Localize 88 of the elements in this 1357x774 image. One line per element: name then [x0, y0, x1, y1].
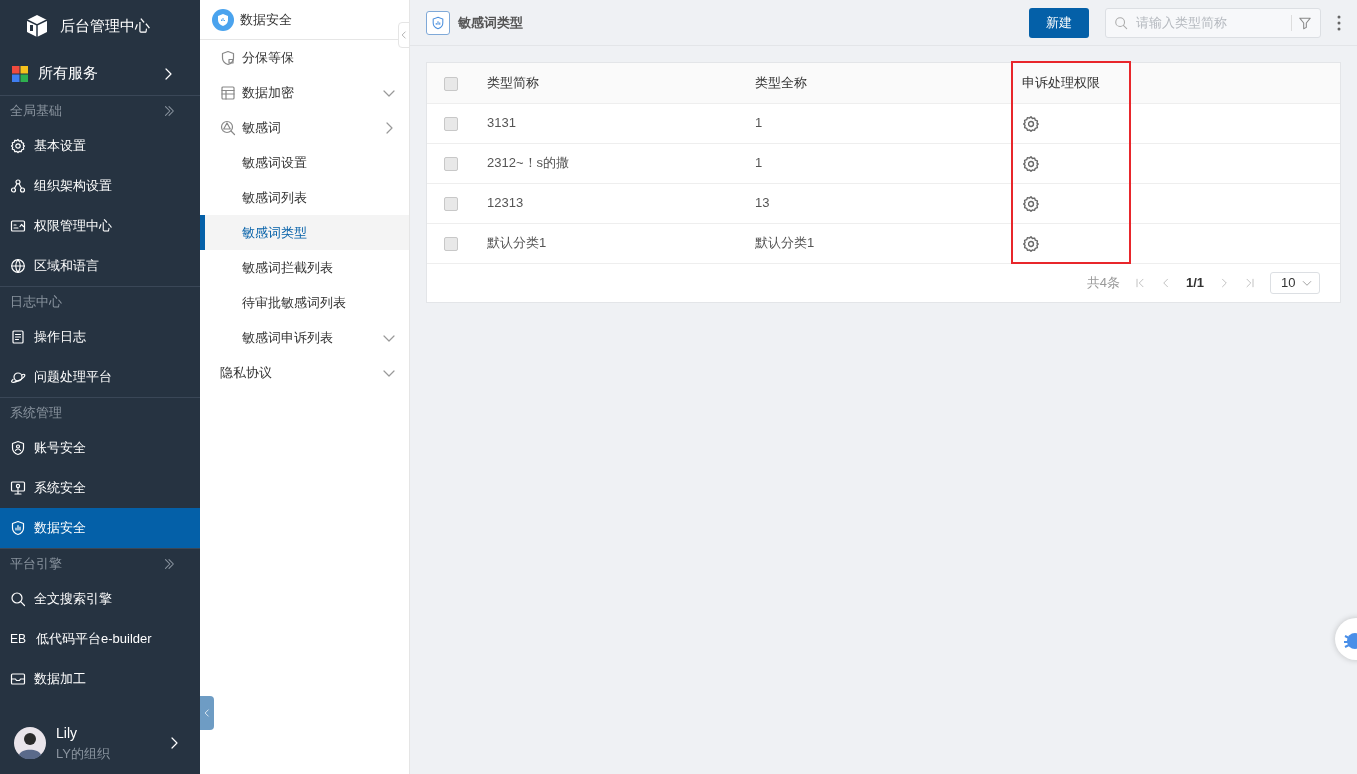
- table-cell: 1: [755, 115, 763, 131]
- column-header: 类型全称: [755, 75, 807, 90]
- search-box[interactable]: 请输入类型简称: [1105, 7, 1321, 38]
- alert-search-icon: [220, 119, 236, 136]
- table-cell: 2312~！s的撒: [487, 155, 569, 171]
- filter-icon: [1298, 15, 1312, 30]
- new-button[interactable]: 新建: [1029, 7, 1089, 38]
- total-count: 共4条: [1086, 273, 1120, 292]
- submenu-item[interactable]: 数据加密: [200, 75, 409, 110]
- search-input[interactable]: 请输入类型简称: [1134, 11, 1285, 34]
- cube-icon: [26, 14, 48, 38]
- page-size-select[interactable]: 10: [1270, 271, 1320, 294]
- sidebar-item[interactable]: 操作日志: [0, 317, 200, 357]
- checkbox[interactable]: [444, 116, 458, 131]
- collapse-handle[interactable]: [200, 696, 214, 730]
- first-page-icon: [1133, 276, 1146, 289]
- shield-lock-icon: [220, 49, 236, 66]
- group-title: 系统管理: [10, 404, 62, 423]
- column-header: 申诉处理权限: [1022, 75, 1100, 90]
- more-icon[interactable]: [1337, 14, 1341, 31]
- page-icon: [426, 10, 450, 35]
- page-indicator: 1/1: [1185, 273, 1204, 292]
- eb-icon: EB: [10, 630, 28, 648]
- tray-icon: [10, 671, 26, 687]
- submenu-title: 数据安全: [240, 10, 292, 29]
- shield-person-icon: [10, 440, 26, 456]
- search-icon: [10, 591, 26, 607]
- shield-chart-icon: [10, 520, 26, 536]
- submenu-item[interactable]: 敏感词类型: [200, 215, 409, 250]
- app-grid-icon: [12, 65, 28, 82]
- submenu-item[interactable]: 敏感词列表: [200, 180, 409, 215]
- submenu-item[interactable]: 分保等保: [200, 40, 409, 75]
- submenu-item[interactable]: 待审批敏感词列表: [200, 285, 409, 320]
- table-cell: 12313: [487, 195, 524, 211]
- app-title: 后台管理中心: [60, 15, 150, 36]
- settings-icon[interactable]: [1022, 234, 1040, 253]
- last-page-icon: [1244, 276, 1256, 289]
- table-cell: 3131: [487, 115, 516, 131]
- gear-icon: [10, 138, 26, 154]
- chevron-left-icon: [399, 30, 409, 40]
- table-cell: 默认分类1: [487, 235, 547, 251]
- submenu-item[interactable]: 隐私协议: [200, 355, 409, 390]
- shield-chart-icon: [212, 8, 234, 31]
- page-title: 敏感词类型: [458, 13, 524, 32]
- sidebar-item[interactable]: 问题处理平台: [0, 357, 200, 397]
- sidebar-item[interactable]: 权限管理中心: [0, 206, 200, 246]
- document-icon: [10, 329, 26, 345]
- table-cell: 1: [755, 155, 763, 171]
- sidebar-item[interactable]: 区域和语言: [0, 246, 200, 286]
- sidebar-item[interactable]: 数据加工: [0, 659, 200, 699]
- submenu-item[interactable]: 敏感词: [200, 110, 409, 145]
- user-org: LY的组织: [56, 744, 111, 763]
- column-header: 类型简称: [487, 75, 539, 90]
- submenu-item[interactable]: 敏感词拦截列表: [200, 250, 409, 285]
- checkbox[interactable]: [444, 156, 458, 171]
- sidebar-item[interactable]: 基本设置: [0, 126, 200, 166]
- all-services-item[interactable]: 所有服务: [0, 52, 200, 96]
- planet-icon: [10, 369, 26, 385]
- settings-icon[interactable]: [1022, 194, 1040, 213]
- submenu-item[interactable]: 敏感词申诉列表: [200, 320, 409, 355]
- sidebar-item[interactable]: 组织架构设置: [0, 166, 200, 206]
- checkbox[interactable]: [444, 196, 458, 211]
- search-icon: [1114, 15, 1128, 30]
- sidebar-item[interactable]: 系统安全: [0, 468, 200, 508]
- settings-icon[interactable]: [1022, 114, 1040, 133]
- table-cell: 13: [755, 195, 770, 211]
- avatar-icon: [14, 727, 46, 759]
- globe-icon: [10, 258, 26, 274]
- monitor-icon: [10, 480, 26, 496]
- settings-icon[interactable]: [1022, 154, 1040, 173]
- chevron-left-icon: [202, 708, 212, 718]
- submenu-item[interactable]: 敏感词设置: [200, 145, 409, 180]
- group-title: 全局基础: [10, 102, 62, 121]
- sidebar-item[interactable]: 数据安全: [0, 508, 200, 548]
- sidebar-item[interactable]: EB 低代码平台e-builder: [0, 619, 200, 659]
- user-name: Lily: [56, 723, 78, 743]
- id-card-icon: [10, 218, 26, 234]
- group-title: 平台引擎: [10, 555, 62, 574]
- collapse-handle[interactable]: [398, 22, 410, 48]
- user-profile[interactable]: Lily LY的组织: [0, 712, 200, 774]
- checkbox[interactable]: [444, 76, 458, 91]
- table-cell: 默认分类1: [755, 235, 815, 251]
- sidebar-item[interactable]: 账号安全: [0, 428, 200, 468]
- group-title: 日志中心: [10, 293, 62, 312]
- org-chart-icon: [10, 178, 26, 194]
- checkbox[interactable]: [444, 236, 458, 251]
- table-icon: [220, 84, 236, 101]
- sidebar-item[interactable]: 全文搜索引擎: [0, 579, 200, 619]
